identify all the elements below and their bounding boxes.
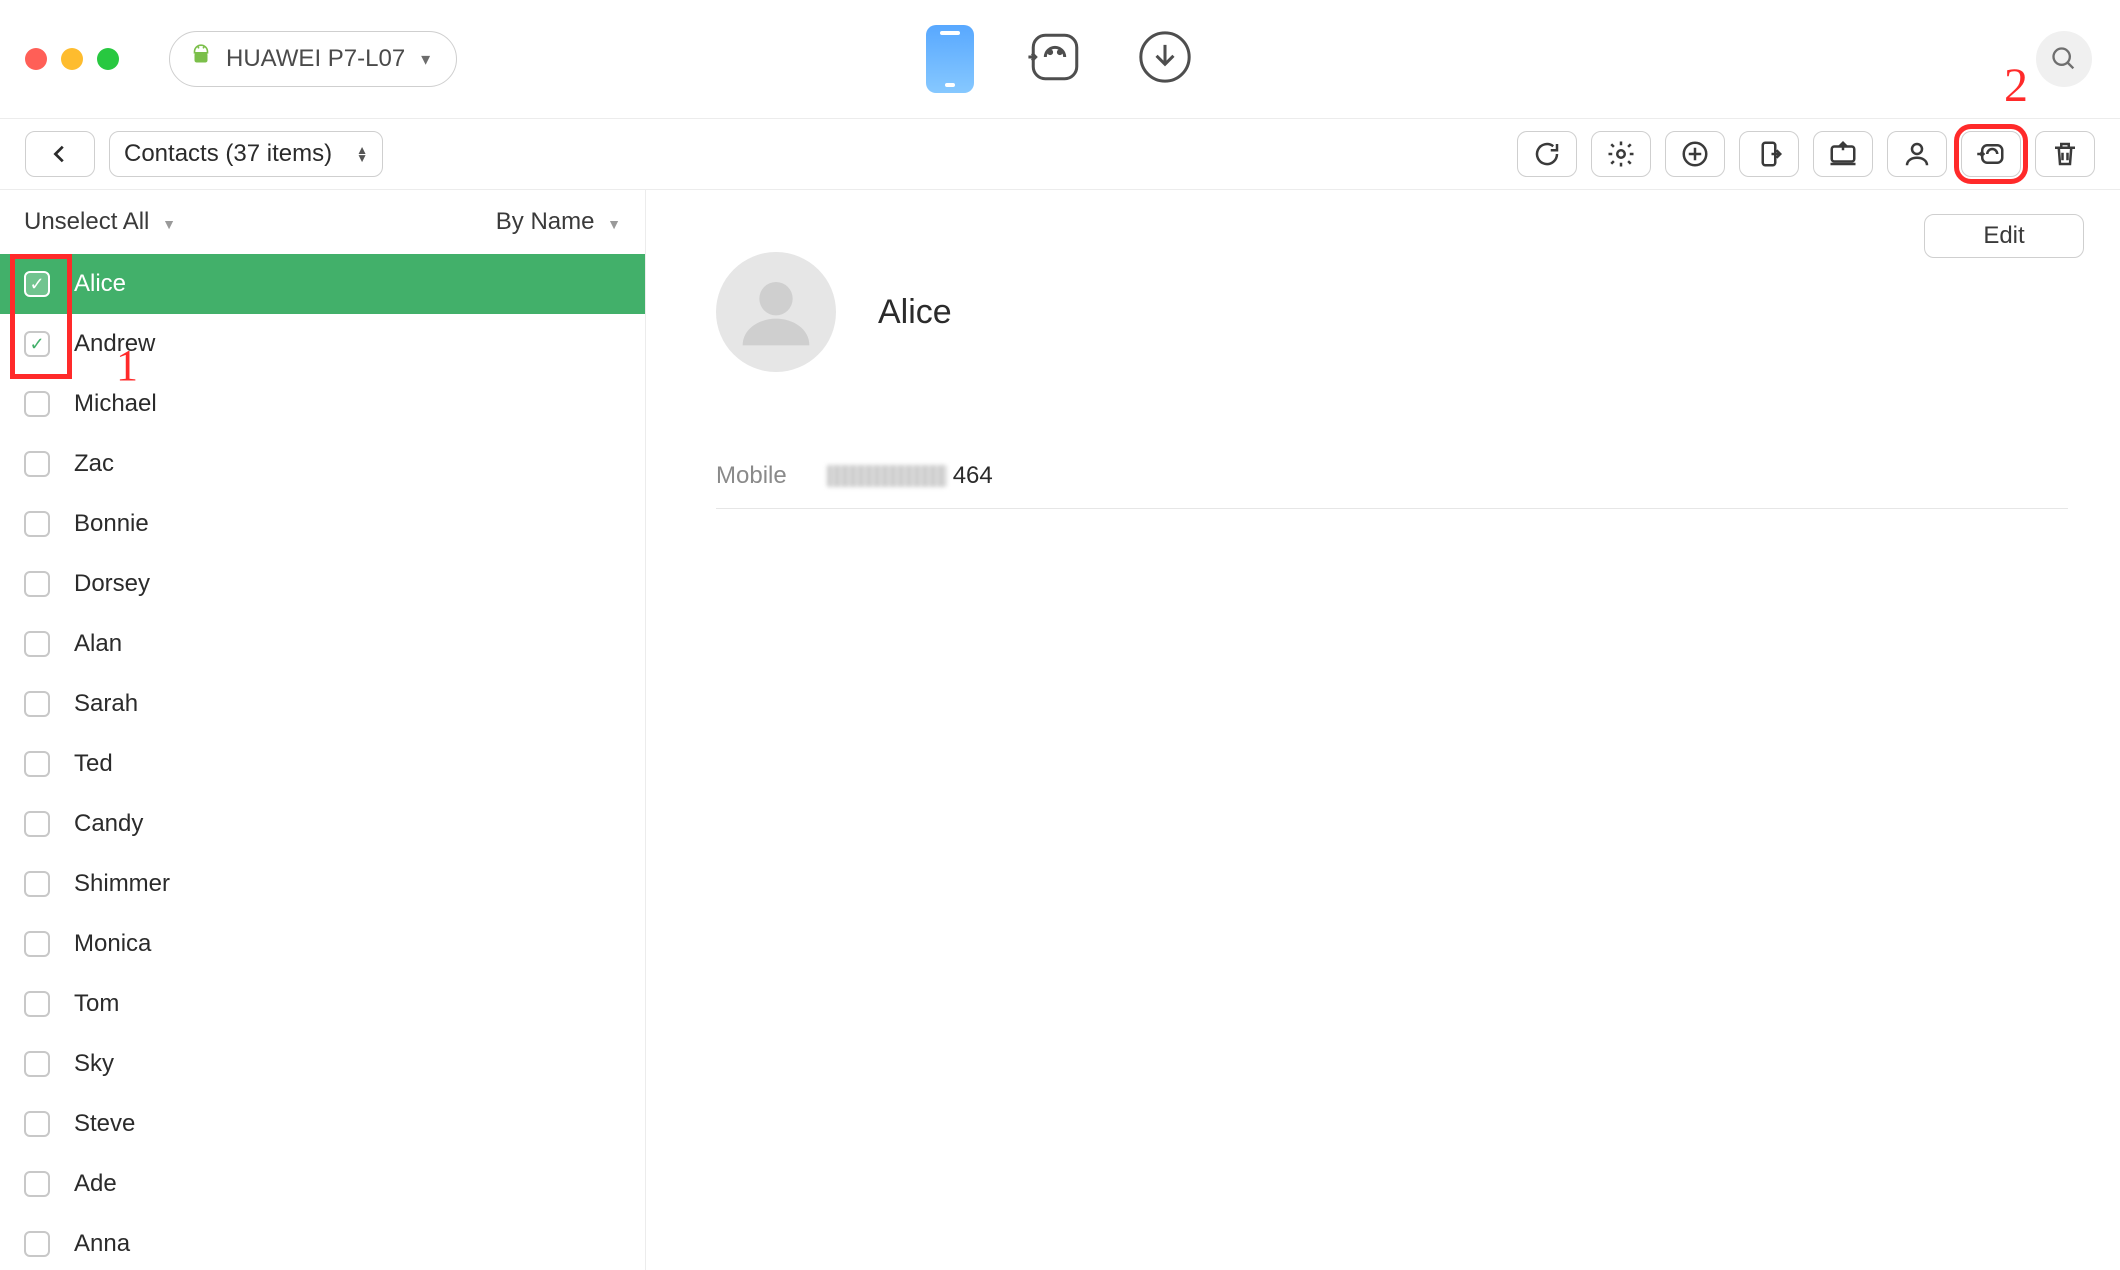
contact-checkbox[interactable] — [24, 271, 50, 297]
contact-row[interactable]: Zac — [0, 434, 645, 494]
dropdown-arrow-icon: ▼ — [162, 216, 176, 232]
contact-name-label: Michael — [74, 390, 157, 418]
contact-name: Alice — [878, 293, 952, 332]
contact-name-label: Dorsey — [74, 570, 150, 598]
minimize-window[interactable] — [61, 48, 83, 70]
delete-button[interactable] — [2035, 131, 2095, 177]
to-device-button[interactable] — [1739, 131, 1799, 177]
back-button[interactable] — [25, 131, 95, 177]
contact-checkbox[interactable] — [24, 1171, 50, 1197]
titlebar: HUAWEI P7-L07 ▾ 2 — [0, 0, 2120, 118]
contact-checkbox[interactable] — [24, 811, 50, 837]
contact-row[interactable]: Alice — [0, 254, 645, 314]
contact-row[interactable]: Tom — [0, 974, 645, 1034]
contact-name-label: Anna — [74, 1230, 130, 1258]
contact-row[interactable]: Alan — [0, 614, 645, 674]
search-button[interactable] — [2036, 31, 2092, 87]
contact-checkbox[interactable] — [24, 1051, 50, 1077]
contact-checkbox[interactable] — [24, 751, 50, 777]
contact-name-label: Alan — [74, 630, 122, 658]
avatar — [716, 252, 836, 372]
contact-checkbox[interactable] — [24, 331, 50, 357]
contact-checkbox[interactable] — [24, 1231, 50, 1257]
contact-name-label: Zac — [74, 450, 114, 478]
unselect-all-button[interactable]: Unselect All ▼ — [24, 208, 176, 236]
contact-checkbox[interactable] — [24, 391, 50, 417]
close-window[interactable] — [25, 48, 47, 70]
contact-name-label: Steve — [74, 1110, 135, 1138]
annotation-step-2: 2 — [2004, 58, 2028, 113]
window-controls — [25, 48, 119, 70]
mobile-label: Mobile — [716, 462, 787, 490]
contact-row[interactable]: Andrew — [0, 314, 645, 374]
contact-row[interactable]: Monica — [0, 914, 645, 974]
contact-checkbox[interactable] — [24, 1111, 50, 1137]
mobile-field: Mobile 464 — [716, 462, 2068, 490]
contact-row[interactable]: Michael — [0, 374, 645, 434]
dropdown-arrow-icon: ▼ — [607, 216, 621, 232]
contact-checkbox[interactable] — [24, 511, 50, 537]
contact-name-label: Alice — [74, 270, 126, 298]
divider — [716, 508, 2068, 509]
contact-row[interactable]: Ade — [0, 1154, 645, 1214]
contact-name-label: Shimmer — [74, 870, 170, 898]
category-label: Contacts (37 items) — [124, 140, 332, 168]
contact-name-label: Sky — [74, 1050, 114, 1078]
main-content: Unselect All ▼ By Name ▼ 1 AliceAndrewMi… — [0, 190, 2120, 1270]
contact-checkbox[interactable] — [24, 991, 50, 1017]
contact-checkbox[interactable] — [24, 571, 50, 597]
maximize-window[interactable] — [97, 48, 119, 70]
contact-checkbox[interactable] — [24, 931, 50, 957]
contact-name-label: Tom — [74, 990, 119, 1018]
contact-checkbox[interactable] — [24, 631, 50, 657]
contact-profile-button[interactable] — [1887, 131, 1947, 177]
device-label: HUAWEI P7-L07 — [226, 45, 405, 73]
contact-row[interactable]: Candy — [0, 794, 645, 854]
settings-button[interactable] — [1591, 131, 1651, 177]
content-toolbar: Contacts (37 items) ▲▼ — [0, 118, 2120, 190]
contact-row[interactable]: Sarah — [0, 674, 645, 734]
contact-name-label: Ade — [74, 1170, 117, 1198]
device-tab-icon[interactable] — [926, 25, 974, 93]
contact-list[interactable]: Alice Andrew Michael Zac Bonnie Dorsey Alan Sar… — [0, 254, 645, 1270]
category-dropdown[interactable]: Contacts (37 items) ▲▼ — [109, 131, 383, 177]
to-computer-button[interactable] — [1813, 131, 1873, 177]
download-tab[interactable] — [1136, 28, 1194, 91]
device-selector[interactable]: HUAWEI P7-L07 ▾ — [169, 31, 457, 87]
contact-row[interactable]: Bonnie — [0, 494, 645, 554]
mobile-value: 464 — [827, 462, 993, 490]
contact-name-label: Monica — [74, 930, 151, 958]
android-icon — [188, 43, 214, 76]
contact-row[interactable]: Dorsey — [0, 554, 645, 614]
chevron-down-icon: ▾ — [421, 49, 430, 70]
edit-button[interactable]: Edit — [1924, 214, 2084, 258]
contact-name-label: Andrew — [74, 330, 155, 358]
contact-row[interactable]: Shimmer — [0, 854, 645, 914]
contact-name-label: Candy — [74, 810, 143, 838]
contact-checkbox[interactable] — [24, 691, 50, 717]
contact-checkbox[interactable] — [24, 451, 50, 477]
sort-arrows-icon: ▲▼ — [356, 146, 368, 162]
contact-row[interactable]: Anna — [0, 1214, 645, 1270]
refresh-button[interactable] — [1517, 131, 1577, 177]
contact-row[interactable]: Sky — [0, 1034, 645, 1094]
contact-name-label: Sarah — [74, 690, 138, 718]
add-button[interactable] — [1665, 131, 1725, 177]
contact-row[interactable]: Ted — [0, 734, 645, 794]
contact-name-label: Bonnie — [74, 510, 149, 538]
contact-checkbox[interactable] — [24, 871, 50, 897]
redacted-segment — [827, 465, 947, 487]
sort-dropdown[interactable]: By Name ▼ — [496, 208, 621, 236]
transfer-to-android-tab[interactable] — [1026, 28, 1084, 91]
contact-list-pane: Unselect All ▼ By Name ▼ 1 AliceAndrewMi… — [0, 190, 646, 1270]
contact-row[interactable]: Steve — [0, 1094, 645, 1154]
contact-name-label: Ted — [74, 750, 113, 778]
transfer-to-android-button[interactable] — [1961, 131, 2021, 177]
contact-detail-pane: Edit Alice Mobile 464 — [646, 190, 2120, 1270]
